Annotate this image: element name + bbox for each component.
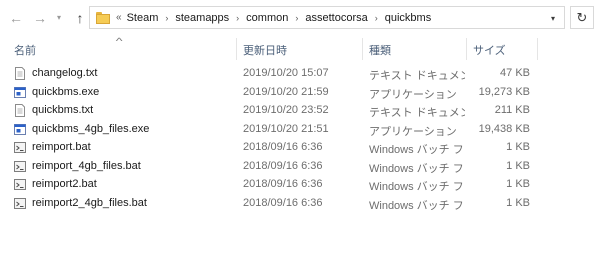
column-divider[interactable] bbox=[537, 38, 538, 60]
column-header-date[interactable]: 更新日時 bbox=[243, 42, 287, 58]
back-arrow-icon[interactable]: ← bbox=[6, 8, 26, 28]
file-list: changelog.txt 2019/10/20 15:07 テキスト ドキュメ… bbox=[0, 64, 600, 212]
column-header-size[interactable]: サイズ bbox=[473, 42, 506, 58]
file-type: Windows バッチ ファ... bbox=[369, 144, 465, 156]
breadcrumb-assettocorsa[interactable]: assettocorsa bbox=[305, 12, 367, 24]
file-type: アプリケーション bbox=[369, 88, 457, 101]
breadcrumb-overflow[interactable]: « bbox=[116, 12, 122, 23]
batch-file-icon bbox=[14, 160, 26, 172]
breadcrumb-common[interactable]: common bbox=[246, 12, 288, 24]
column-divider[interactable] bbox=[362, 38, 363, 60]
sort-ascending-icon: ^ bbox=[115, 36, 123, 46]
batch-file-icon bbox=[14, 197, 26, 209]
address-bar[interactable]: « Steam › steamapps › common › assettoco… bbox=[89, 6, 565, 29]
file-row[interactable]: quickbms.txt 2019/10/20 23:52 テキスト ドキュメン… bbox=[0, 101, 600, 120]
address-dropdown-chevron-icon[interactable]: ▾ bbox=[548, 12, 558, 24]
file-size: 1 KB bbox=[506, 196, 530, 209]
file-name: quickbms.exe bbox=[32, 85, 100, 98]
file-row[interactable]: reimport_4gb_files.bat 2018/09/16 6:36 W… bbox=[0, 157, 600, 176]
file-row[interactable]: quickbms_4gb_files.exe 2019/10/20 21:51 … bbox=[0, 120, 600, 139]
breadcrumb-quickbms[interactable]: quickbms bbox=[385, 12, 431, 24]
column-headers: ^ 名前 更新日時 種類 サイズ bbox=[0, 36, 600, 60]
file-type: Windows バッチ ファ... bbox=[369, 181, 465, 193]
column-divider[interactable] bbox=[236, 38, 237, 60]
file-name: reimport2.bat bbox=[32, 178, 97, 190]
up-arrow-icon[interactable]: ↑ bbox=[70, 8, 90, 28]
batch-file-icon bbox=[14, 179, 26, 190]
batch-file-icon bbox=[14, 142, 26, 153]
file-row[interactable]: reimport.bat 2018/09/16 6:36 Windows バッチ… bbox=[0, 138, 600, 157]
breadcrumb: « Steam › steamapps › common › assettoco… bbox=[116, 12, 431, 24]
file-size: 211 KB bbox=[494, 104, 530, 116]
file-size: 1 KB bbox=[506, 141, 530, 153]
breadcrumb-steamapps[interactable]: steamapps bbox=[175, 12, 229, 24]
refresh-icon[interactable]: ↻ bbox=[570, 6, 594, 29]
file-date: 2018/09/16 6:36 bbox=[243, 178, 323, 190]
file-row[interactable]: changelog.txt 2019/10/20 15:07 テキスト ドキュメ… bbox=[0, 64, 600, 83]
recent-locations-chevron-icon[interactable]: ▾ bbox=[52, 8, 66, 28]
file-type: テキスト ドキュメント bbox=[369, 107, 465, 119]
file-date: 2019/10/20 15:07 bbox=[243, 67, 329, 79]
file-date: 2019/10/20 21:59 bbox=[243, 85, 329, 98]
file-type: Windows バッチ ファ... bbox=[369, 199, 465, 212]
application-icon bbox=[14, 123, 26, 135]
navigation-bar: ← → ▾ ↑ « Steam › steamapps › common › a… bbox=[0, 0, 600, 36]
file-size: 47 KB bbox=[500, 67, 530, 79]
text-file-icon bbox=[15, 104, 25, 117]
column-divider[interactable] bbox=[466, 38, 467, 60]
file-type: Windows バッチ ファ... bbox=[369, 162, 465, 175]
file-type: テキスト ドキュメント bbox=[369, 70, 465, 82]
file-size: 1 KB bbox=[506, 159, 530, 172]
text-file-icon bbox=[15, 67, 25, 80]
file-name: reimport2_4gb_files.bat bbox=[32, 196, 147, 209]
column-header-type[interactable]: 種類 bbox=[369, 42, 391, 58]
file-date: 2019/10/20 21:51 bbox=[243, 122, 329, 135]
folder-icon bbox=[96, 11, 110, 24]
file-date: 2018/09/16 6:36 bbox=[243, 159, 323, 172]
file-date: 2018/09/16 6:36 bbox=[243, 196, 323, 209]
file-date: 2019/10/20 23:52 bbox=[243, 104, 329, 116]
file-row[interactable]: quickbms.exe 2019/10/20 21:59 アプリケーション 1… bbox=[0, 83, 600, 102]
application-icon bbox=[14, 86, 26, 98]
breadcrumb-separator-icon[interactable]: › bbox=[295, 13, 298, 23]
breadcrumb-separator-icon[interactable]: › bbox=[375, 13, 378, 23]
breadcrumb-separator-icon[interactable]: › bbox=[236, 13, 239, 23]
file-name: quickbms_4gb_files.exe bbox=[32, 122, 150, 135]
file-size: 19,273 KB bbox=[478, 85, 530, 98]
breadcrumb-steam[interactable]: Steam bbox=[127, 12, 159, 24]
file-name: reimport.bat bbox=[32, 141, 91, 153]
file-size: 1 KB bbox=[506, 178, 530, 190]
forward-arrow-icon[interactable]: → bbox=[30, 8, 50, 28]
file-row[interactable]: reimport2_4gb_files.bat 2018/09/16 6:36 … bbox=[0, 194, 600, 213]
breadcrumb-separator-icon[interactable]: › bbox=[165, 13, 168, 23]
file-name: quickbms.txt bbox=[32, 104, 94, 116]
file-name: changelog.txt bbox=[32, 67, 98, 79]
file-type: アプリケーション bbox=[369, 125, 457, 138]
file-row[interactable]: reimport2.bat 2018/09/16 6:36 Windows バッ… bbox=[0, 175, 600, 194]
file-size: 19,438 KB bbox=[478, 122, 530, 135]
column-header-name[interactable]: 名前 bbox=[14, 42, 36, 58]
file-date: 2018/09/16 6:36 bbox=[243, 141, 323, 153]
file-name: reimport_4gb_files.bat bbox=[32, 159, 141, 172]
